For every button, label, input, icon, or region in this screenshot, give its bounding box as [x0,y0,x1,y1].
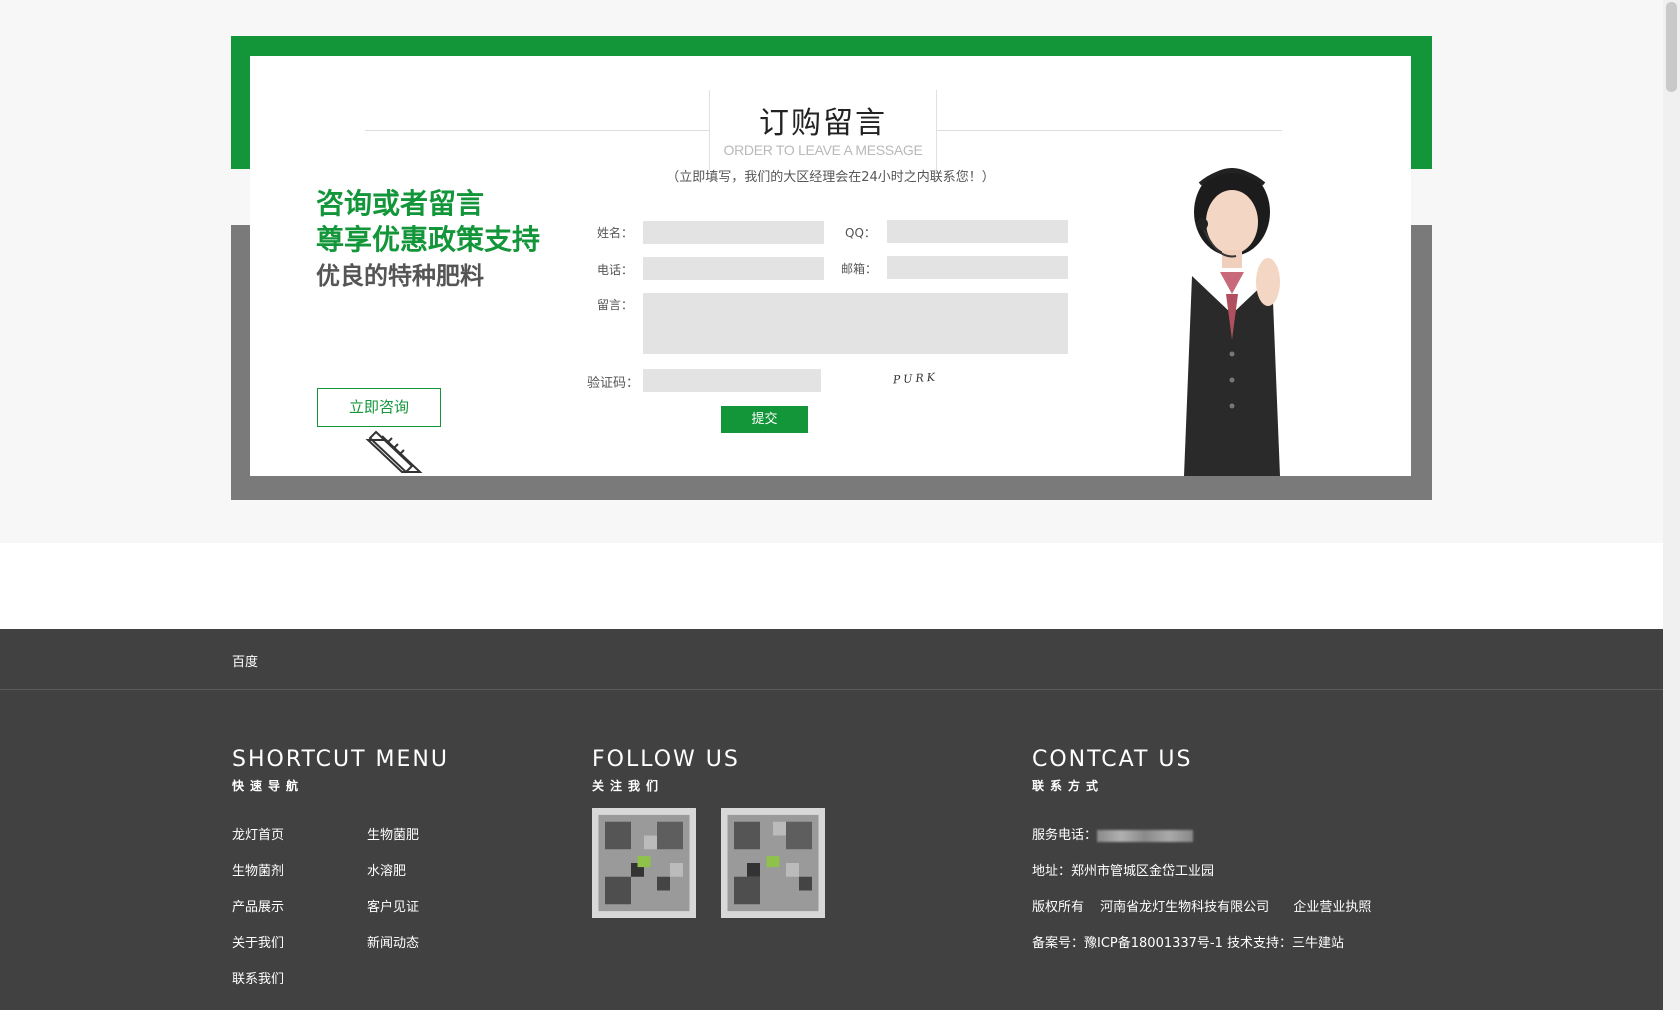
shortcut-menu-subtitle: 快速导航 [232,779,305,793]
captcha-input[interactable] [643,369,821,392]
promo-line-3: 优良的特种肥料 [316,262,484,290]
message-label: 留言： [597,298,634,312]
submit-button[interactable]: 提交 [721,406,808,433]
footer-link[interactable]: 水溶肥 [367,860,406,879]
phone-label: 电话： [597,263,634,277]
title-divider-left [365,130,709,131]
pencil-ruler-icon [365,430,423,474]
email-input[interactable] [887,256,1068,279]
footer-link[interactable]: 联系我们 [232,968,284,987]
follow-us-title: FOLLOW US [592,747,740,772]
title-box: 订购留言 ORDER TO LEAVE A MESSAGE [709,90,937,170]
page-scrollbar[interactable] [1663,0,1680,1010]
service-phone-label: 服务电话： [1032,828,1098,843]
spacer-band [0,543,1663,629]
qq-label: QQ： [845,226,876,240]
form-title-en: ORDER TO LEAVE A MESSAGE [723,142,923,158]
captcha-image[interactable]: PURK [893,370,939,386]
footer: 百度 SHORTCUT MENU 快速导航 龙灯首页 生物菌肥 生物菌剂 水溶肥… [0,629,1663,1010]
icp-record: 备案号：豫ICP备18001337号-1 技术支持：三牛建站 [1032,936,1345,951]
company-name: 河南省龙灯生物科技有限公司 [1100,900,1270,915]
service-phone-value-blurred [1097,829,1194,842]
footer-link[interactable]: 关于我们 [232,932,284,951]
copyright-line: 版权所有 河南省龙灯生物科技有限公司 企业营业执照 [1032,896,1371,915]
captcha-label: 验证码： [587,376,640,391]
follow-us-subtitle: 关注我们 [592,779,665,793]
consult-button[interactable]: 立即咨询 [317,388,441,427]
business-license-link[interactable]: 企业营业执照 [1293,900,1371,915]
footer-link[interactable]: 客户见证 [367,896,419,915]
footer-link[interactable]: 生物菌肥 [367,824,419,843]
contact-us-title: CONTCAT US [1032,747,1193,772]
footer-link-baidu[interactable]: 百度 [232,651,258,670]
email-label: 邮箱： [841,262,878,276]
qr-code-icon [721,808,825,918]
order-card: 订购留言 ORDER TO LEAVE A MESSAGE （立即填写，我们的大… [250,56,1411,476]
footer-link[interactable]: 龙灯首页 [232,824,284,843]
customer-service-agent-image [1158,168,1306,476]
footer-divider [0,689,1663,690]
promo-text: 咨询或者留言 尊享优惠政策支持 优良的特种肥料 [316,186,540,294]
service-phone: 服务电话： [1032,824,1194,843]
title-divider-right [936,130,1282,131]
name-input[interactable] [643,221,824,244]
contact-address: 地址：郑州市管城区金岱工业园 [1032,864,1215,879]
promo-line-1: 咨询或者留言 [316,187,485,220]
name-label: 姓名： [597,226,634,240]
shortcut-menu-title: SHORTCUT MENU [232,747,449,772]
copyright-label: 版权所有 [1032,900,1085,915]
footer-link[interactable]: 生物菌剂 [232,860,284,879]
qr-code-icon [592,808,696,918]
scrollbar-thumb[interactable] [1666,2,1677,92]
form-title: 订购留言 [759,106,887,141]
footer-link[interactable]: 新闻动态 [367,932,419,951]
qq-input[interactable] [887,220,1068,243]
footer-link[interactable]: 产品展示 [232,896,284,915]
message-textarea[interactable] [643,293,1068,354]
contact-us-subtitle: 联系方式 [1032,779,1105,793]
phone-input[interactable] [643,257,824,280]
promo-line-2: 尊享优惠政策支持 [316,223,541,256]
